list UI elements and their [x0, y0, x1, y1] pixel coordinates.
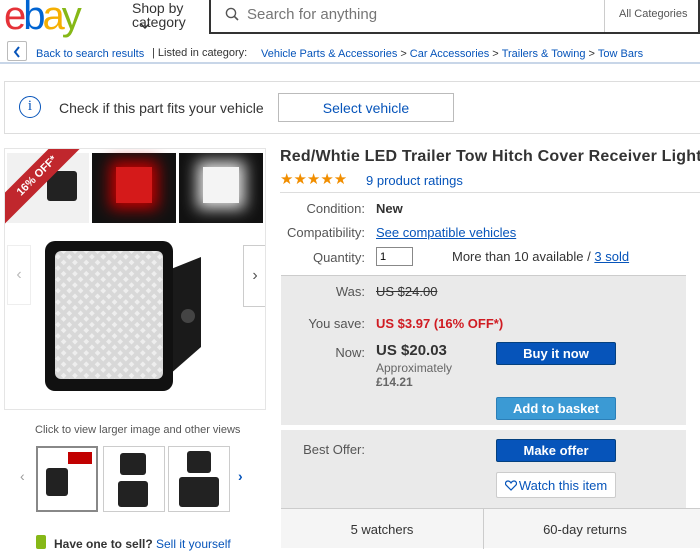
select-vehicle-button[interactable]: Select vehicle — [278, 93, 454, 122]
approximately-label: Approximately — [376, 361, 453, 375]
logo-letter-e: e — [4, 0, 26, 38]
returns-policy: 60-day returns — [543, 522, 627, 537]
top-thumb-red-light[interactable] — [92, 153, 176, 223]
available-count: More than 10 available / — [452, 249, 591, 264]
quantity-input[interactable] — [376, 247, 413, 266]
fit-check-text: Check if this part fits your vehicle — [59, 100, 264, 116]
category-select[interactable]: All Categories — [619, 8, 687, 20]
gallery-prev-button[interactable]: ‹ — [7, 245, 31, 305]
sell-question: Have one to sell? — [54, 537, 153, 551]
approx-gbp-price: £14.21 — [376, 375, 413, 389]
condition-label: Condition: — [306, 201, 365, 216]
crumb-separator: > — [400, 48, 407, 60]
tag-icon — [36, 535, 46, 549]
click-to-view-hint: Click to view larger image and other vie… — [35, 424, 241, 436]
header: ebay Shop by category All Categories — [0, 0, 700, 38]
stats-footer: 5 watchers 60-day returns — [281, 508, 700, 549]
category-path: Vehicle Parts & Accessories > Car Accessor… — [261, 48, 643, 60]
shop-by-category-button[interactable]: Shop by category — [132, 0, 186, 30]
compatible-vehicles-link[interactable]: See compatible vehicles — [376, 225, 516, 240]
thumb3-image-top — [187, 451, 211, 473]
title-divider — [280, 192, 700, 193]
crumb-car-accessories[interactable]: Car Accessories — [410, 48, 489, 60]
watchers-count: 5 watchers — [350, 522, 414, 537]
you-save-label: You save: — [308, 316, 365, 331]
crumb-tow-bars[interactable]: Tow Bars — [598, 48, 643, 60]
condition-value: New — [376, 201, 403, 216]
thumb2-image-bottom — [118, 481, 148, 507]
breadcrumb: Back to search results | Listed in categ… — [0, 40, 700, 64]
was-price: US $24.00 — [376, 284, 438, 299]
chevron-down-icon — [140, 23, 150, 30]
sell-it-yourself-link[interactable]: Sell it yourself — [156, 537, 231, 551]
thumbnail-3[interactable] — [168, 446, 230, 512]
info-icon: i — [19, 96, 41, 118]
current-price: US $20.03 — [376, 342, 447, 359]
best-offer-label: Best Offer: — [303, 442, 365, 457]
crumb-trailers-towing[interactable]: Trailers & Towing — [502, 48, 586, 60]
watch-label: Watch this item — [518, 477, 608, 493]
logo-letter-a: a — [42, 0, 65, 38]
search-icon — [225, 7, 239, 21]
ebay-logo[interactable]: ebay — [4, 0, 82, 38]
thumb1-image — [46, 468, 68, 496]
image-gallery: 16% OFF* ‹ › — [4, 148, 266, 410]
listed-in-label: | Listed in category: — [152, 47, 248, 59]
thumb-prev-icon[interactable]: ‹ — [20, 468, 25, 484]
chevron-left-icon — [13, 46, 20, 58]
search-input[interactable] — [247, 6, 587, 23]
shop-by-label: Shop by — [132, 0, 184, 16]
crumb-separator: > — [492, 48, 499, 60]
now-label: Now: — [335, 345, 365, 360]
main-product-image[interactable] — [41, 237, 201, 397]
back-arrow-button[interactable] — [7, 41, 27, 61]
top-thumb-white-light[interactable] — [179, 153, 263, 223]
add-to-basket-button[interactable]: Add to basket — [496, 397, 616, 420]
availability-text: More than 10 available / 3 sold — [452, 249, 629, 264]
product-ratings-link[interactable]: 9 product ratings — [366, 173, 463, 188]
buy-it-now-button[interactable]: Buy it now — [496, 342, 616, 365]
thumbnail-1[interactable] — [36, 446, 98, 512]
crumb-separator: > — [588, 48, 595, 60]
sold-link[interactable]: 3 sold — [594, 249, 629, 264]
search-box: All Categories — [209, 0, 700, 34]
red-glow-image — [116, 167, 152, 203]
thumb-next-icon[interactable]: › — [238, 468, 243, 484]
thumbnail-strip: ‹ › — [18, 446, 258, 514]
was-label: Was: — [335, 284, 365, 299]
white-glow-image — [203, 167, 239, 203]
heart-icon — [504, 479, 517, 491]
compatibility-label: Compatibility: — [286, 225, 365, 240]
make-offer-button[interactable]: Make offer — [496, 439, 616, 462]
product-title: Red/Whtie LED Trailer Tow Hitch Cover Re… — [280, 148, 700, 165]
thumb1-red-inset — [68, 452, 92, 464]
crumb-vehicle-parts[interactable]: Vehicle Parts & Accessories — [261, 48, 397, 60]
savings-value: US $3.97 (16% OFF*) — [376, 316, 504, 331]
watch-item-button[interactable]: Watch this item — [496, 472, 616, 498]
logo-letter-y: y — [61, 0, 82, 38]
thumbnail-2[interactable] — [103, 446, 165, 512]
logo-letter-b: b — [23, 0, 45, 38]
thumb3-image-bottom — [179, 477, 219, 507]
vehicle-fit-bar: i Check if this part fits your vehicle S… — [4, 81, 700, 134]
quantity-label: Quantity: — [312, 250, 365, 265]
thumb2-image-top — [120, 453, 146, 475]
back-to-search-link[interactable]: Back to search results — [36, 48, 144, 60]
category-divider — [604, 0, 605, 32]
star-rating-icon: ★★★★★ — [280, 171, 348, 188]
